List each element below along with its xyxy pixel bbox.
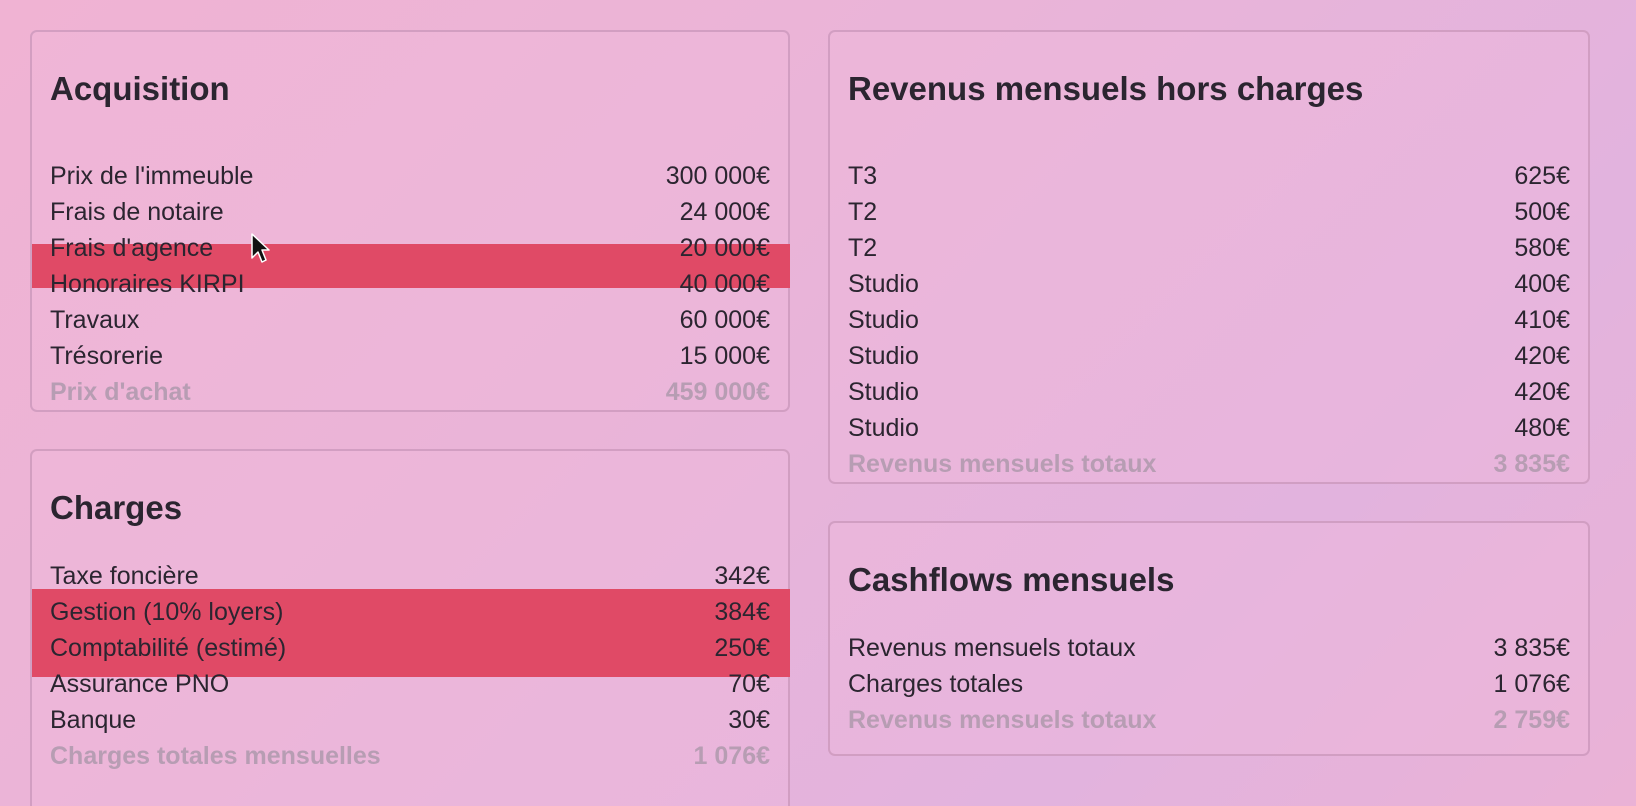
row-label: Gestion (10% loyers) [50, 598, 284, 626]
table-row-frais-notaire: Frais de notaire 24 000€ [32, 194, 788, 230]
total-row-charges-totales: Charges totales mensuelles 1 076€ [32, 738, 788, 774]
row-value: 420€ [1514, 378, 1570, 406]
total-value: 3 835€ [1493, 450, 1570, 478]
row-label: Trésorerie [50, 342, 163, 370]
total-label: Charges totales mensuelles [50, 742, 381, 770]
table-row-frais-agence: Frais d'agence 20 000€ [32, 230, 788, 266]
acquisition-title: Acquisition [50, 70, 230, 107]
total-value: 459 000€ [665, 378, 770, 406]
table-row-tresorerie: Trésorerie 15 000€ [32, 338, 788, 374]
row-value: 30€ [728, 706, 770, 734]
row-value: 580€ [1514, 234, 1570, 262]
total-value: 2 759€ [1493, 706, 1570, 734]
table-row-charges-totales: Charges totales 1 076€ [830, 666, 1588, 702]
total-value: 1 076€ [693, 742, 770, 770]
row-label: Frais de notaire [50, 198, 224, 226]
total-label: Revenus mensuels totaux [848, 706, 1157, 734]
table-row-banque: Banque 30€ [32, 702, 788, 738]
row-value: 410€ [1514, 306, 1570, 334]
mouse-pointer-icon [251, 233, 270, 263]
acquisition-card: Acquisition Prix de l'immeuble 300 000€ … [30, 30, 790, 412]
row-value: 500€ [1514, 198, 1570, 226]
row-label: Prix de l'immeuble [50, 162, 254, 190]
table-row-gestion: Gestion (10% loyers) 384€ [32, 594, 788, 630]
row-label: T3 [848, 162, 878, 190]
row-value: 70€ [728, 670, 770, 698]
total-row-prix-achat: Prix d'achat 459 000€ [32, 374, 788, 410]
table-row-travaux: Travaux 60 000€ [32, 302, 788, 338]
row-label: Studio [848, 306, 919, 334]
row-value: 420€ [1514, 342, 1570, 370]
table-row-taxe-fonciere: Taxe foncière 342€ [32, 558, 788, 594]
cashflows-title: Cashflows mensuels [848, 561, 1175, 598]
table-row-comptabilite: Comptabilité (estimé) 250€ [32, 630, 788, 666]
row-value: 24 000€ [679, 198, 770, 226]
row-label: Frais d'agence [50, 234, 214, 262]
table-row-t3: T3 625€ [830, 158, 1588, 194]
row-value: 20 000€ [679, 234, 770, 262]
row-value: 40 000€ [679, 270, 770, 298]
table-row-revenus-totaux: Revenus mensuels totaux 3 835€ [830, 630, 1588, 666]
row-label: Revenus mensuels totaux [848, 634, 1136, 662]
table-row-studio: Studio 410€ [830, 302, 1588, 338]
row-label: Studio [848, 378, 919, 406]
charges-title: Charges [50, 489, 183, 526]
row-label: Assurance PNO [50, 670, 230, 698]
row-value: 300 000€ [665, 162, 770, 190]
row-value: 15 000€ [679, 342, 770, 370]
total-label: Revenus mensuels totaux [848, 450, 1157, 478]
row-value: 250€ [714, 634, 770, 662]
table-row-t2: T2 500€ [830, 194, 1588, 230]
row-label: Honoraires KIRPI [50, 270, 245, 298]
row-label: Taxe foncière [50, 562, 199, 590]
row-label: Travaux [50, 306, 140, 334]
row-label: Banque [50, 706, 137, 734]
row-value: 400€ [1514, 270, 1570, 298]
table-row-assurance-pno: Assurance PNO 70€ [32, 666, 788, 702]
cashflows-card: Cashflows mensuels Revenus mensuels tota… [828, 521, 1590, 756]
row-value: 60 000€ [679, 306, 770, 334]
total-row-revenus-totaux: Revenus mensuels totaux 3 835€ [830, 446, 1588, 482]
row-label: T2 [848, 198, 878, 226]
revenus-card: Revenus mensuels hors charges T3 625€ T2… [828, 30, 1590, 484]
charges-card: Charges Taxe foncière 342€ Gestion (10% … [30, 449, 790, 806]
table-row-prix-immeuble: Prix de l'immeuble 300 000€ [32, 158, 788, 194]
row-value: 625€ [1514, 162, 1570, 190]
row-label: T2 [848, 234, 878, 262]
table-row-studio: Studio 420€ [830, 374, 1588, 410]
row-value: 1 076€ [1493, 670, 1570, 698]
row-value: 384€ [714, 598, 770, 626]
row-label: Charges totales [848, 670, 1024, 698]
table-row-t2: T2 580€ [830, 230, 1588, 266]
table-row-honoraires-kirpi: Honoraires KIRPI 40 000€ [32, 266, 788, 302]
row-label: Studio [848, 270, 919, 298]
table-row-studio: Studio 400€ [830, 266, 1588, 302]
total-label: Prix d'achat [50, 378, 191, 406]
table-row-studio: Studio 480€ [830, 410, 1588, 446]
row-value: 480€ [1514, 414, 1570, 442]
table-row-studio: Studio 420€ [830, 338, 1588, 374]
row-label: Studio [848, 342, 919, 370]
row-value: 3 835€ [1493, 634, 1570, 662]
row-label: Comptabilité (estimé) [50, 634, 287, 662]
row-value: 342€ [714, 562, 770, 590]
revenus-title: Revenus mensuels hors charges [848, 70, 1364, 107]
row-label: Studio [848, 414, 919, 442]
total-row-cashflow: Revenus mensuels totaux 2 759€ [830, 702, 1588, 738]
